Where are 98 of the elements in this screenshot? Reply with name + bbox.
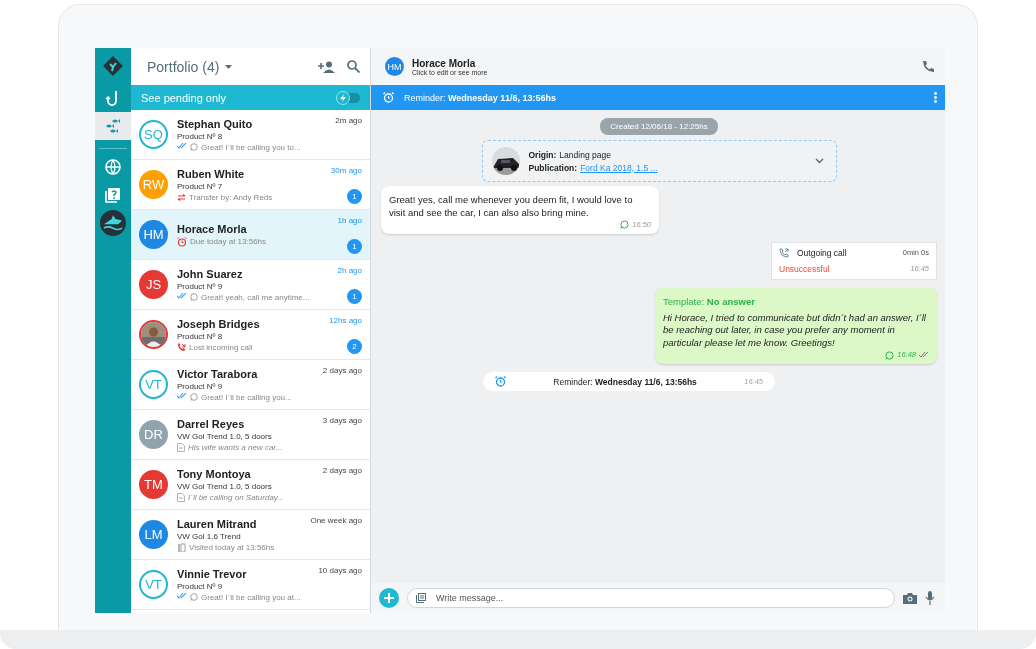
contact-subtitle: VW Gol 1.6 Trend	[177, 531, 242, 541]
avatar: VT	[139, 370, 168, 399]
publication-label: Publication:	[528, 162, 578, 173]
caret-icon	[225, 64, 233, 69]
contact-name: Victor Tarabora	[177, 367, 259, 380]
shark-avatar-icon	[100, 210, 126, 236]
contact-name: Darrel Reyes	[177, 417, 246, 430]
unread-badge: 1	[347, 238, 362, 254]
message-field[interactable]: Write message...	[407, 588, 895, 608]
unread-badge: 1	[347, 188, 362, 204]
timestamp: 12hs ago	[329, 315, 362, 325]
message-preview: Transfer by: Andy Reds	[189, 192, 273, 202]
timestamp: 3 days ago	[322, 415, 362, 425]
timestamp: 2 days ago	[322, 365, 362, 375]
avatar: HM	[385, 57, 404, 76]
double-check-icon	[177, 293, 187, 299]
double-check-icon	[177, 393, 187, 399]
message-text: Great! yes, call me whenever you deem fit, I would love to visit and see the car, I can also also bring mine.	[389, 194, 634, 220]
contact-subtitle: Product Nº 9	[177, 281, 224, 291]
globe-icon	[103, 157, 123, 177]
contact-name: Ruben White	[177, 167, 246, 180]
avatar: TM	[139, 470, 168, 499]
timestamp: 2 days ago	[322, 465, 362, 475]
contact-subtitle: Product Nº 7	[177, 181, 224, 191]
alarm-clock-icon	[495, 376, 506, 388]
date-chip: Created 12/06/18 - 12:25hs	[600, 118, 718, 135]
template-title: Template: No answer	[663, 295, 756, 309]
origin-label: Origin:	[528, 149, 557, 160]
help-icon	[103, 185, 123, 205]
camera-icon[interactable]	[903, 592, 917, 604]
avatar: VT	[139, 570, 168, 599]
pending-toggle[interactable]	[338, 92, 360, 103]
alarm-clock-icon	[383, 92, 394, 103]
avatar: SQ	[139, 120, 168, 149]
templates-icon[interactable]	[416, 593, 426, 603]
double-check-icon	[177, 593, 187, 599]
phone-icon[interactable]	[922, 60, 935, 73]
search-icon[interactable]	[347, 60, 360, 73]
transfer-icon	[177, 193, 186, 201]
avatar: HM	[139, 220, 168, 249]
double-check-icon	[919, 352, 929, 359]
portfolio-dropdown[interactable]: Portfolio (4)	[147, 58, 233, 75]
contact-name: John Suarez	[177, 267, 244, 280]
contact-subtitle: Product Nº 8	[177, 131, 224, 141]
message-preview: Visited today at 13:56hs	[189, 542, 275, 552]
timestamp: 10 days ago	[318, 565, 362, 575]
contact-name: Horace Morla	[177, 222, 248, 235]
filter-label: See pending only	[141, 91, 227, 104]
message-preview: Due today at 13:56hs	[190, 237, 267, 246]
chevron-down-icon[interactable]	[814, 158, 824, 164]
contact-name: Joseph Bridges	[177, 317, 261, 330]
timestamp: 30m ago	[330, 165, 362, 175]
message-preview: Great! I´ll be calling you to...	[201, 142, 301, 152]
contact-subtitle: VW Gol Trend 1.0, 5 doors	[177, 431, 273, 441]
contact-subtitle: Product Nº 9	[177, 581, 224, 591]
note-icon	[177, 442, 185, 452]
more-icon[interactable]	[934, 92, 937, 103]
contact-item[interactable]: HM Horace Morla Due today at 13:56hs 1h ago 1	[131, 210, 370, 260]
unread-badge: 1	[347, 288, 362, 304]
message-text: Hi Horace, I tried to communicate but didn´t had an answer, I´ll be reaching out later, in case you prefer any moment in particular please let me know. Greetings!	[663, 311, 927, 350]
phone-outgoing-icon	[779, 247, 789, 258]
message-preview: Great! I´ll be calling you at...	[201, 592, 301, 602]
alarm-clock-icon	[177, 236, 187, 247]
message-preview: I´ll be calling on Saturday...	[188, 492, 284, 502]
call-title: Outgoing call	[797, 247, 848, 258]
double-check-icon	[177, 143, 187, 149]
note-icon	[177, 492, 185, 502]
contact-name: Tony Montoya	[177, 467, 252, 480]
contact-subtitle: Product Nº 8	[177, 331, 224, 341]
contact-name: Horace Morla	[412, 57, 477, 69]
contact-subtitle: Product Nº 9	[177, 381, 224, 391]
avatar: RW	[139, 170, 168, 199]
contact-name: Stephan Quito	[177, 117, 254, 130]
avatar: JS	[139, 270, 168, 299]
avatar: DR	[139, 420, 168, 449]
visit-icon	[177, 542, 186, 552]
reminder-text: Reminder: Wednesday 11/6, 13:56hs	[552, 376, 698, 387]
avatar: LM	[139, 520, 168, 549]
origin-value: Landing page	[559, 149, 611, 160]
microphone-icon[interactable]	[925, 591, 935, 605]
message-preview: His wife wants a new car...	[188, 442, 283, 452]
timestamp: 2m ago	[335, 115, 362, 125]
missed-call-icon	[177, 342, 186, 352]
message-preview: Great! yeah, call me anytime...	[201, 292, 310, 302]
contact-subtitle: VW Gol Trend 1.0, 5 doors	[177, 481, 273, 491]
timestamp: 2h ago	[337, 265, 362, 275]
call-result: Unsuccessful	[779, 263, 831, 274]
reminder-text: Reminder: Wednesday 11/6, 13:56hs	[404, 92, 557, 103]
contact-name: Vinnie Trevor	[177, 567, 248, 580]
contact-name: Lauren Mitrand	[177, 517, 258, 530]
timestamp: One week ago	[310, 515, 362, 525]
unread-badge: 2	[347, 338, 362, 354]
bolt-icon	[340, 93, 346, 102]
message-preview: Lost incoming call	[189, 342, 253, 352]
add-person-icon[interactable]	[318, 60, 335, 73]
message-preview: Great! I´ll be calling you...	[201, 392, 292, 402]
plus-icon	[384, 593, 394, 603]
timestamp: 1h ago	[337, 215, 362, 225]
